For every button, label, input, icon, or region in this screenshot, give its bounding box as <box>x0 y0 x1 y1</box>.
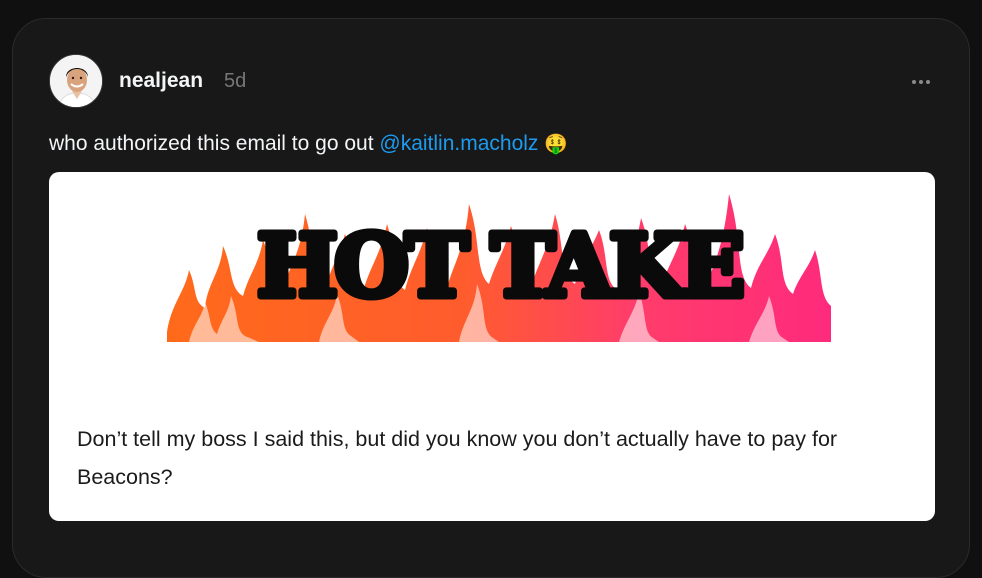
avatar[interactable] <box>49 54 103 108</box>
post-text: who authorized this email to go out @kai… <box>49 132 568 156</box>
username[interactable]: nealjean <box>119 69 203 93</box>
post-text-body: who authorized this email to go out <box>49 132 380 155</box>
more-options-icon[interactable] <box>907 71 935 93</box>
post-timestamp: 5d <box>224 70 247 92</box>
money-mouth-emoji: 🤑 <box>544 133 568 155</box>
hot-take-graphic: HOT TAKE <box>167 194 831 342</box>
post-image[interactable]: HOT TAKE Don’t tell my boss I said this,… <box>49 172 935 521</box>
hot-take-headline: HOT TAKE <box>257 216 742 317</box>
image-caption: Don’t tell my boss I said this, but did … <box>77 427 838 489</box>
mention-link[interactable]: @kaitlin.macholz <box>379 132 538 155</box>
post-card: nealjean 5d who authorized this email to… <box>12 18 970 578</box>
avatar-photo <box>50 55 102 107</box>
